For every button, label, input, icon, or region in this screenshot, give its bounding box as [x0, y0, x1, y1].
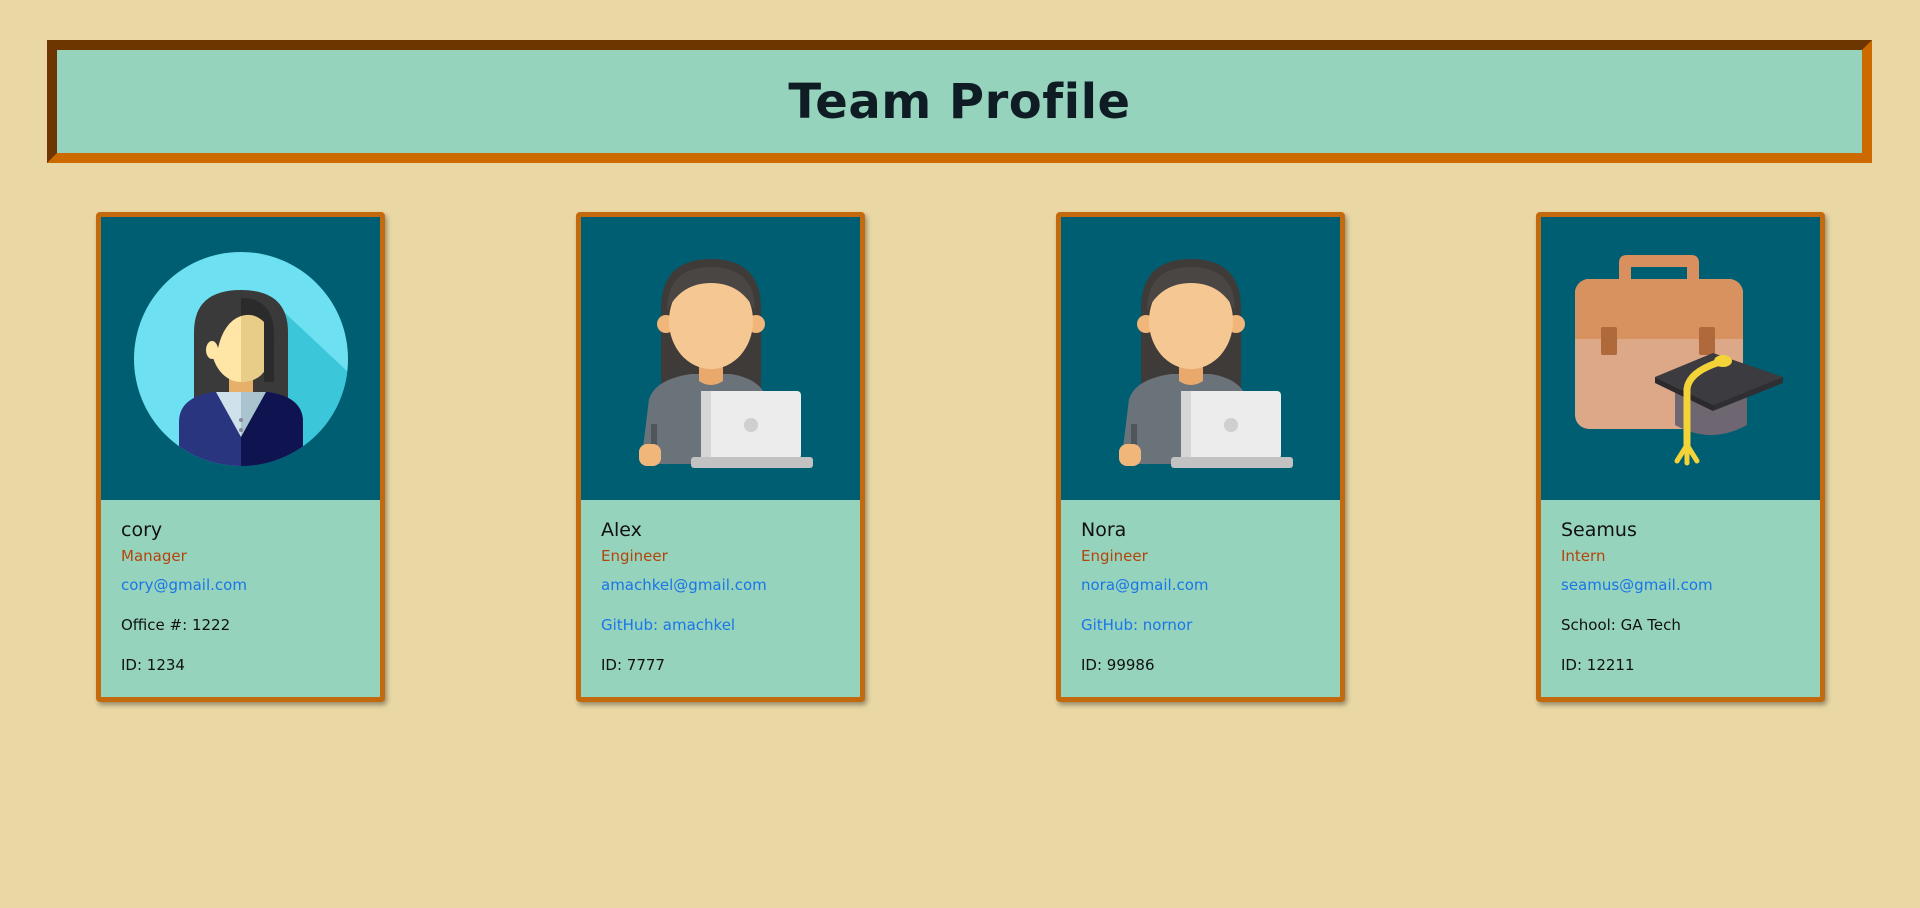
employee-id: ID: 12211 — [1561, 655, 1635, 674]
card-image — [1541, 217, 1820, 500]
employee-role: Engineer — [1081, 546, 1148, 565]
card-body: Nora Engineer nora@gmail.com GitHub: nor… — [1061, 500, 1340, 674]
employee-github-link[interactable]: GitHub: nornor — [1081, 616, 1192, 634]
employee-name: cory — [121, 519, 163, 541]
employee-id: ID: 1234 — [121, 655, 185, 674]
employee-role: Intern — [1561, 546, 1606, 565]
page-header: Team Profile — [47, 40, 1872, 163]
employee-name: Seamus — [1561, 519, 1637, 541]
page: Team Profile cory Manager cory@gmail.com… — [0, 0, 1920, 908]
employee-email-link[interactable]: amachkel@gmail.com — [601, 576, 767, 594]
card-body: cory Manager cory@gmail.com Office #: 12… — [101, 500, 380, 674]
employee-name: Alex — [601, 519, 642, 541]
employee-name: Nora — [1081, 519, 1127, 541]
card-image — [101, 217, 380, 500]
intern-briefcase-cap-icon — [1574, 254, 1783, 465]
employee-card-engineer: Nora Engineer nora@gmail.com GitHub: nor… — [1056, 212, 1345, 702]
employee-id: ID: 7777 — [601, 655, 665, 674]
employee-email-link[interactable]: cory@gmail.com — [121, 576, 247, 594]
employee-school: School: GA Tech — [1561, 615, 1681, 634]
card-image — [581, 217, 860, 500]
employee-email-link[interactable]: nora@gmail.com — [1081, 576, 1209, 594]
employee-github-link[interactable]: GitHub: amachkel — [601, 616, 735, 634]
card-body: Seamus Intern seamus@gmail.com School: G… — [1541, 500, 1820, 674]
team-cards: cory Manager cory@gmail.com Office #: 12… — [0, 212, 1920, 704]
employee-email-link[interactable]: seamus@gmail.com — [1561, 576, 1713, 594]
card-image — [1061, 217, 1340, 500]
card-body: Alex Engineer amachkel@gmail.com GitHub:… — [581, 500, 860, 674]
engineer-avatar-icon — [1118, 258, 1293, 468]
employee-card-manager: cory Manager cory@gmail.com Office #: 12… — [96, 212, 385, 702]
employee-office-number: Office #: 1222 — [121, 615, 231, 634]
employee-id: ID: 99986 — [1081, 655, 1155, 674]
employee-role: Manager — [121, 546, 187, 565]
manager-avatar-icon — [133, 251, 348, 466]
page-title: Team Profile — [788, 73, 1131, 130]
employee-card-engineer: Alex Engineer amachkel@gmail.com GitHub:… — [576, 212, 865, 702]
employee-card-intern: Seamus Intern seamus@gmail.com School: G… — [1536, 212, 1825, 702]
employee-role: Engineer — [601, 546, 668, 565]
engineer-avatar-icon — [638, 258, 813, 468]
